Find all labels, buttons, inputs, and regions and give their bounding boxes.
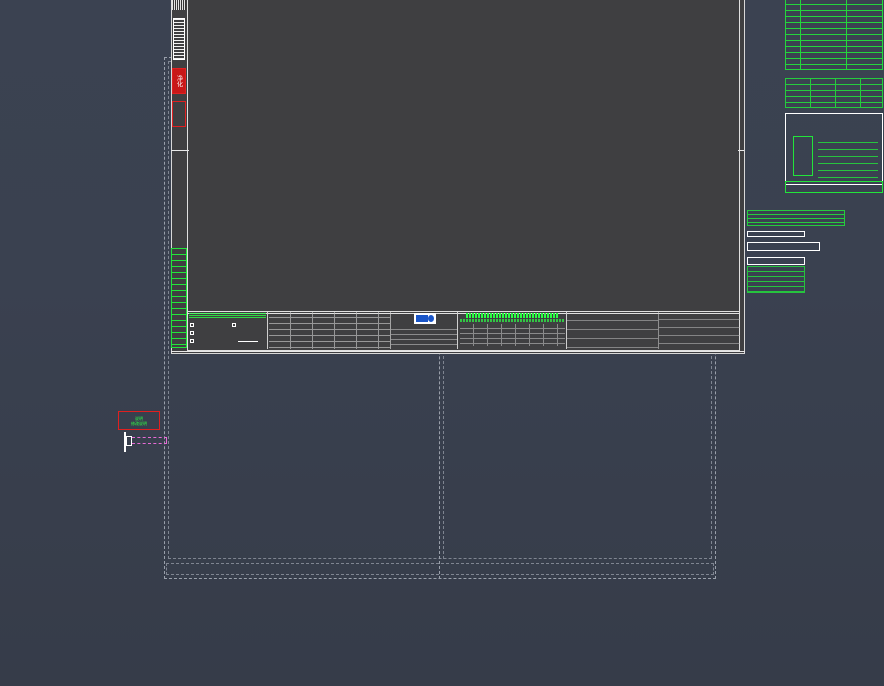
- title-block-company-cell: [391, 325, 457, 349]
- company-logo-icon: [414, 313, 436, 324]
- annotation-line2: 修改说明: [131, 421, 147, 426]
- frame-tick-right: [738, 150, 744, 151]
- barcode-icon: [173, 18, 185, 60]
- note-block-4: [747, 257, 805, 265]
- note-table-5: [747, 266, 805, 293]
- red-seal-frame: [172, 101, 186, 127]
- layout-outline-bottom: [166, 563, 714, 575]
- legend-footer: [785, 181, 883, 193]
- note-block-3: [747, 242, 820, 251]
- red-stamp-text: 净化: [175, 75, 183, 87]
- note-block-2: [747, 231, 805, 237]
- qr-code-icon: [172, 0, 186, 10]
- revision-column: [171, 248, 187, 348]
- annotation-box[interactable]: 说明 修改说明: [118, 411, 160, 430]
- sheet-bottom-edge: [171, 351, 745, 352]
- title-block-drawing-title-cell: [457, 312, 567, 349]
- title-block-signature-grid: [269, 312, 391, 349]
- legend-inner-diagram: [793, 136, 813, 176]
- equipment-table: [785, 78, 883, 108]
- title-block-notes-cell: [188, 312, 268, 349]
- drawing-inner-frame: [187, 0, 740, 314]
- title-block-project-cell: [567, 312, 658, 349]
- note-block-1: [747, 210, 845, 226]
- pipe-line: [132, 437, 167, 444]
- frame-tick-left: [171, 150, 189, 151]
- legend-rows: [818, 136, 878, 180]
- material-table: [785, 0, 883, 70]
- title-block-sheet-number-cell: [658, 312, 740, 349]
- red-stamp: 净化: [172, 68, 186, 94]
